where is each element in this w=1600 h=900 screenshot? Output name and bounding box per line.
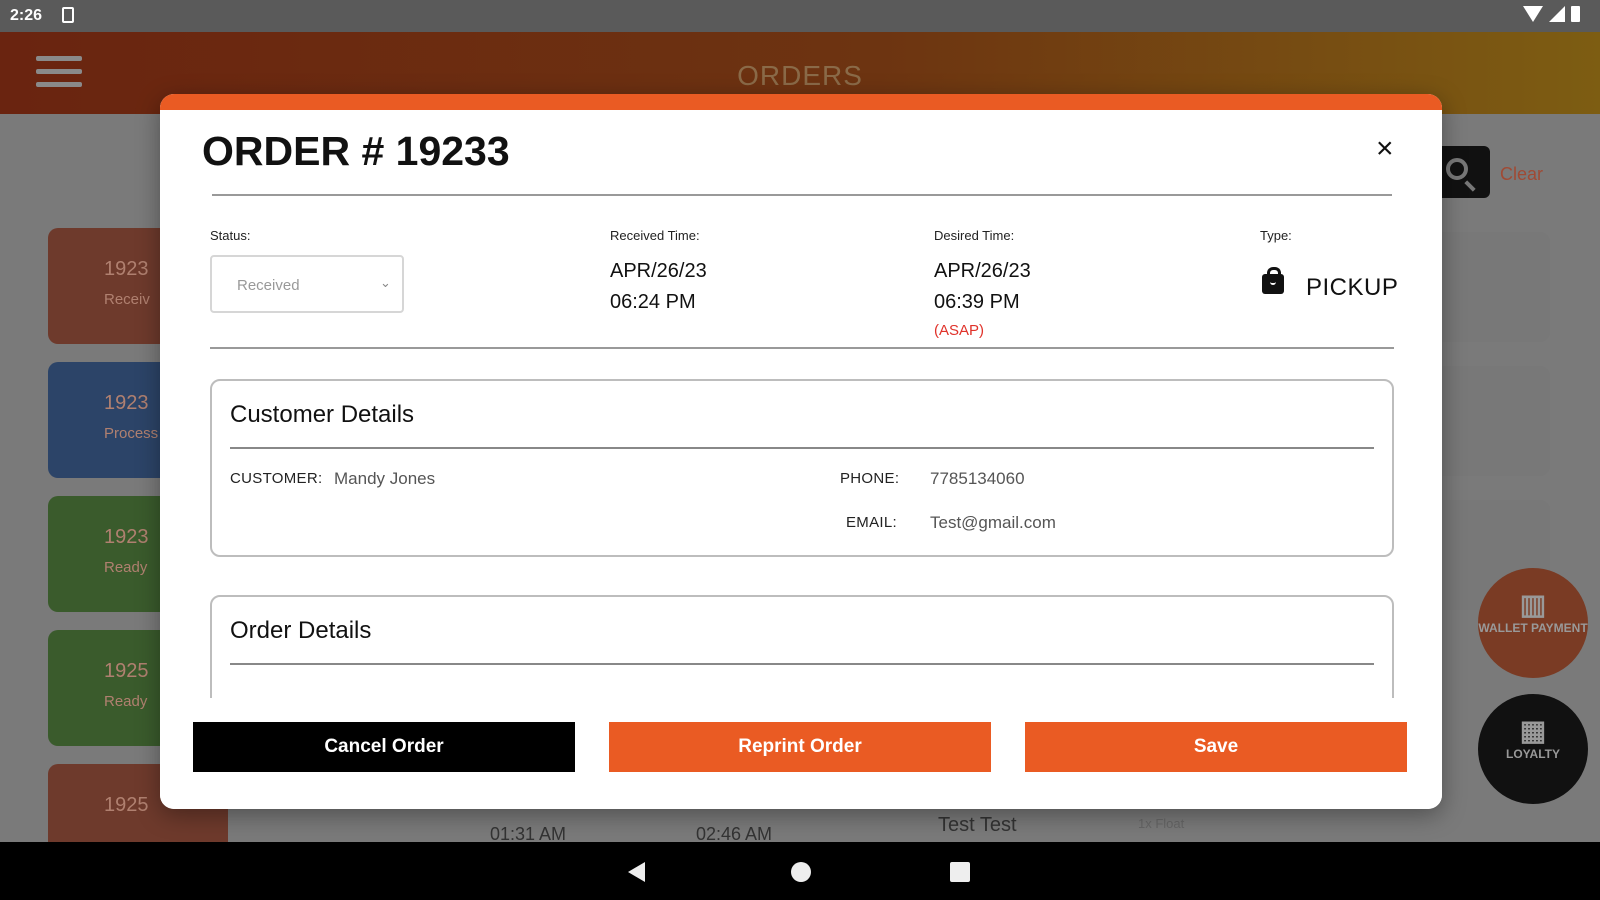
email-label: EMAIL: <box>846 514 897 531</box>
phone-value: 7785134060 <box>930 469 1025 488</box>
background-customer: Test Test <box>938 814 1017 836</box>
wifi-icon <box>1523 6 1543 22</box>
clear-search-link[interactable]: Clear <box>1500 164 1543 185</box>
status-label: Status: <box>210 228 251 243</box>
desired-time-label: Desired Time: <box>934 228 1015 243</box>
received-time: 06:24 PM <box>610 291 696 313</box>
order-dialog: ORDER # 19233 × Status: Received ⌄ Recei… <box>160 94 1442 809</box>
customer-name: Mandy Jones <box>334 469 436 488</box>
email-value: Test@gmail.com <box>930 513 1056 532</box>
order-details-title: Order Details <box>230 617 372 644</box>
status-dropdown[interactable]: Received ⌄ <box>210 255 404 313</box>
background-items: 1x Float <box>1138 816 1185 831</box>
reprint-order-button[interactable]: Reprint Order <box>609 722 991 772</box>
search-icon <box>1446 158 1468 180</box>
divider <box>230 447 1374 449</box>
signal-icon <box>1549 6 1565 22</box>
page-title: ORDERS <box>737 60 863 91</box>
divider <box>230 663 1374 665</box>
order-type: PICKUP <box>1306 274 1399 301</box>
divider <box>210 347 1394 349</box>
received-time-label: Received Time: <box>610 228 700 243</box>
battery-icon <box>1571 6 1580 22</box>
status-icons <box>1523 6 1580 22</box>
shopping-bag-icon <box>1262 267 1284 294</box>
wallet-payment-label: WALLET PAYMENT <box>1478 621 1588 635</box>
asap-note: (ASAP) <box>934 322 985 339</box>
desired-date: APR/26/23 <box>934 260 1031 282</box>
dialog-accent-bar <box>160 94 1442 110</box>
save-button[interactable]: Save <box>1025 722 1407 772</box>
cancel-order-button[interactable]: Cancel Order <box>193 722 575 772</box>
back-icon[interactable] <box>628 862 645 882</box>
status-value: Received <box>237 277 300 294</box>
desired-time: 06:39 PM <box>934 291 1020 313</box>
clock: 2:26 <box>10 7 43 24</box>
recent-apps-icon[interactable] <box>950 862 970 882</box>
chevron-down-icon: ⌄ <box>380 275 391 290</box>
phone-label: PHONE: <box>840 470 900 487</box>
customer-label: CUSTOMER: <box>230 470 323 487</box>
system-nav-bar <box>0 842 1600 900</box>
dialog-footer: Cancel Order Reprint Order Save <box>160 698 1442 809</box>
home-icon[interactable] <box>791 862 811 882</box>
customer-details-title: Customer Details <box>230 401 415 428</box>
system-status-bar: 2:26 <box>0 0 1600 32</box>
qr-code-icon: ▦ <box>1519 715 1547 746</box>
loyalty-label: LOYALTY <box>1505 747 1560 761</box>
order-title: ORDER # 19233 <box>202 128 510 174</box>
loyalty-button[interactable]: ▦ LOYALTY <box>1478 694 1588 804</box>
wallet-payment-button[interactable]: ▥ WALLET PAYMENT <box>1478 568 1588 678</box>
barcode-icon: ▥ <box>1519 589 1547 620</box>
type-label: Type: <box>1260 228 1292 243</box>
close-icon[interactable]: × <box>1376 134 1394 164</box>
divider <box>212 194 1392 196</box>
customer-details-panel: Customer Details CUSTOMER: Mandy Jones P… <box>210 379 1394 557</box>
sim-card-icon <box>62 7 74 23</box>
received-date: APR/26/23 <box>610 260 707 282</box>
